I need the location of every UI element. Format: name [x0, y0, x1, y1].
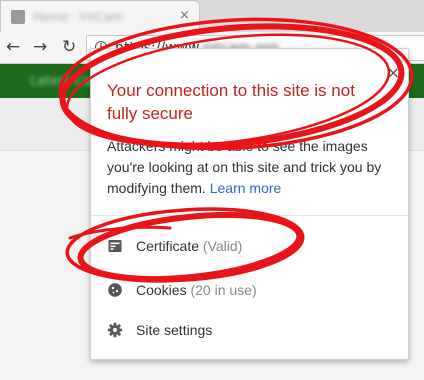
- cookies-row[interactable]: Cookies (20 in use): [91, 271, 408, 309]
- site-settings-row[interactable]: Site settings: [91, 311, 408, 349]
- learn-more-link[interactable]: Learn more: [210, 180, 282, 196]
- tab-strip: Home · IntCam ×: [0, 0, 424, 32]
- close-icon[interactable]: ×: [387, 65, 400, 81]
- gear-icon: [107, 322, 123, 338]
- forward-button[interactable]: →: [33, 36, 47, 58]
- browser-tab[interactable]: Home · IntCam ×: [0, 0, 200, 32]
- tab-close-icon[interactable]: ×: [179, 8, 190, 23]
- cookies-label-text: Cookies: [136, 282, 187, 298]
- back-button[interactable]: ←: [6, 36, 20, 58]
- security-warning-title: Your connection to this site is not full…: [107, 81, 355, 123]
- certificate-icon: [108, 240, 122, 252]
- site-settings-label: Site settings: [136, 322, 213, 338]
- certificate-label-text: Certificate: [136, 238, 200, 254]
- reload-button[interactable]: ↻: [62, 36, 76, 58]
- cookie-icon: [108, 283, 122, 297]
- divider: [91, 215, 408, 216]
- tab-title: Home · IntCam: [33, 10, 124, 24]
- site-info-popup: × Your connection to this site is not fu…: [90, 48, 409, 360]
- cookies-label: Cookies (20 in use): [136, 282, 257, 298]
- certificate-status: (Valid): [202, 238, 243, 254]
- favicon-icon: [11, 10, 25, 24]
- cookies-count: (20 in use): [190, 282, 257, 298]
- certificate-label: Certificate (Valid): [136, 238, 242, 254]
- security-warning-description: Attackers might be able to see the image…: [107, 136, 402, 199]
- certificate-row[interactable]: Certificate (Valid): [91, 227, 408, 265]
